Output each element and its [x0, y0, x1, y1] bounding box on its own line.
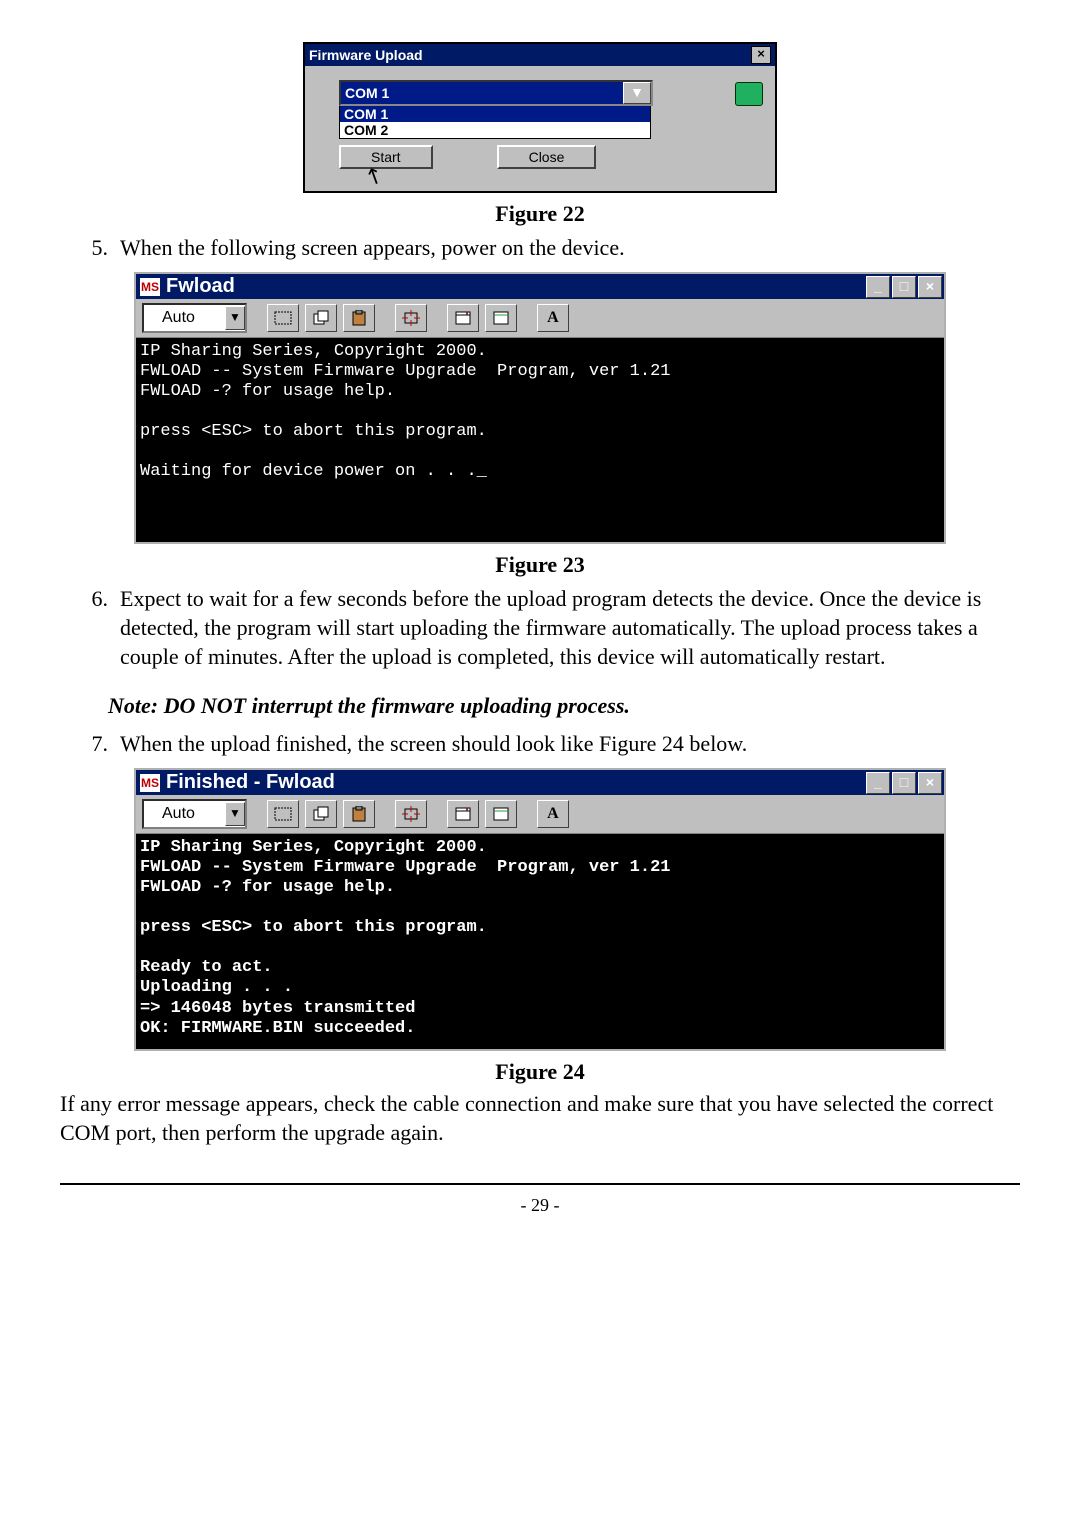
close-button[interactable]: Close [497, 145, 597, 169]
maximize-icon[interactable]: □ [892, 772, 916, 794]
com-port-option-2[interactable]: COM 2 [340, 122, 650, 138]
fwload-finished-window: MS Finished - Fwload _ □ × Auto ▼ [134, 768, 946, 1050]
msdos-icon: MS [140, 774, 160, 792]
toolbar: Auto ▼ A [136, 795, 944, 834]
com-port-option-1[interactable]: COM 1 [340, 106, 650, 122]
font-size-select[interactable]: Auto ▼ [142, 799, 247, 829]
window-titlebar: MS Finished - Fwload _ □ × [136, 770, 944, 795]
minimize-icon[interactable]: _ [866, 276, 890, 298]
font-size-value: Auto [144, 805, 225, 823]
dialog-titlebar: Firmware Upload × [305, 44, 775, 66]
close-icon[interactable]: × [918, 772, 942, 794]
figure-22-caption: Figure 22 [60, 201, 1020, 227]
warning-note: Note: DO NOT interrupt the firmware uplo… [108, 693, 1020, 719]
copy-icon[interactable] [305, 304, 337, 332]
close-icon[interactable]: × [918, 276, 942, 298]
dialog-title: Firmware Upload [309, 47, 423, 63]
figure-23-caption: Figure 23 [60, 552, 1020, 578]
fullscreen-icon[interactable] [395, 800, 427, 828]
properties-icon[interactable] [447, 800, 479, 828]
step-7-text: When the upload finished, the screen sho… [120, 729, 1020, 758]
chevron-down-icon[interactable]: ▼ [225, 306, 245, 330]
fullscreen-icon[interactable] [395, 304, 427, 332]
chevron-down-icon[interactable]: ▼ [623, 82, 651, 104]
footer-rule [60, 1183, 1020, 1185]
chevron-down-icon[interactable]: ▼ [225, 802, 245, 826]
mark-icon[interactable] [267, 800, 299, 828]
start-button[interactable]: Start [339, 145, 433, 169]
paste-icon[interactable] [343, 304, 375, 332]
copy-icon[interactable] [305, 800, 337, 828]
fwload-window: MS Fwload _ □ × Auto ▼ [134, 272, 946, 544]
firmware-upload-dialog: Firmware Upload × COM 1 ▼ COM 1 COM 2 St… [303, 42, 777, 193]
com-port-selected: COM 1 [341, 84, 393, 102]
step-7: 7. When the upload finished, the screen … [60, 729, 1020, 758]
closing-paragraph: If any error message appears, check the … [60, 1089, 1020, 1147]
page-number: - 29 - [60, 1195, 1020, 1216]
font-icon[interactable]: A [537, 304, 569, 332]
mark-icon[interactable] [267, 304, 299, 332]
step-5-number: 5. [60, 233, 120, 262]
toolbar: Auto ▼ A [136, 299, 944, 338]
paste-icon[interactable] [343, 800, 375, 828]
maximize-icon[interactable]: □ [892, 276, 916, 298]
properties-icon[interactable] [447, 304, 479, 332]
step-5-text: When the following screen appears, power… [120, 233, 1020, 262]
font-size-select[interactable]: Auto ▼ [142, 303, 247, 333]
device-icon [735, 82, 763, 106]
background-icon[interactable] [485, 800, 517, 828]
step-6-text: Expect to wait for a few seconds before … [120, 584, 1020, 671]
console-output: IP Sharing Series, Copyright 2000. FWLOA… [136, 338, 944, 542]
step-6: 6. Expect to wait for a few seconds befo… [60, 584, 1020, 671]
msdos-icon: MS [140, 278, 160, 296]
background-icon[interactable] [485, 304, 517, 332]
close-icon[interactable]: × [751, 46, 771, 64]
figure-24-caption: Figure 24 [60, 1059, 1020, 1085]
window-title: Fwload [166, 275, 235, 298]
console-output: IP Sharing Series, Copyright 2000. FWLOA… [136, 834, 944, 1048]
step-7-number: 7. [60, 729, 120, 758]
font-size-value: Auto [144, 309, 225, 327]
step-5: 5. When the following screen appears, po… [60, 233, 1020, 262]
com-port-options: COM 1 COM 2 [339, 106, 651, 139]
step-6-number: 6. [60, 584, 120, 671]
window-titlebar: MS Fwload _ □ × [136, 274, 944, 299]
minimize-icon[interactable]: _ [866, 772, 890, 794]
font-icon[interactable]: A [537, 800, 569, 828]
window-title: Finished - Fwload [166, 771, 335, 794]
com-port-select[interactable]: COM 1 ▼ [339, 80, 653, 106]
